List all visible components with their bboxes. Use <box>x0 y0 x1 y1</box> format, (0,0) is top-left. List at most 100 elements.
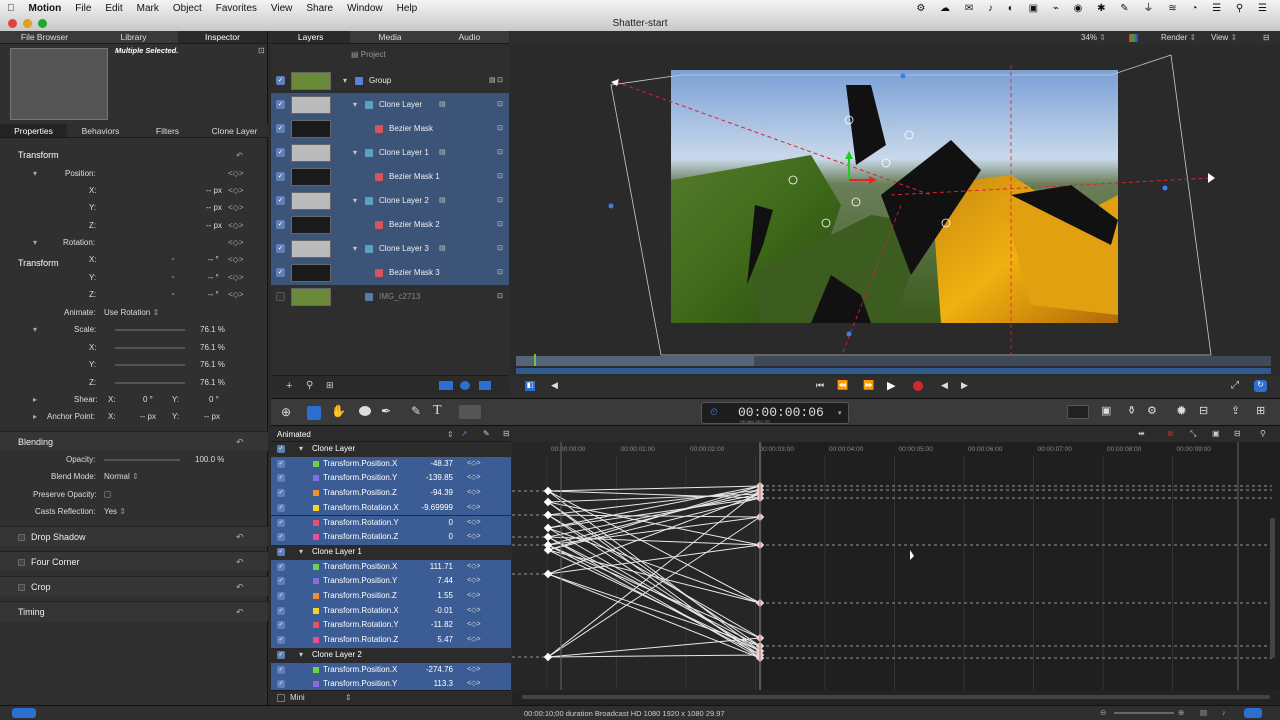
generators-icon[interactable]: ⊟ <box>1199 404 1208 417</box>
channel-row[interactable]: ✓ Transform.Position.Y 7.44 <◇> <box>271 574 511 589</box>
channel-group-row[interactable]: ✓ ▾ Clone Layer <box>271 442 511 457</box>
layer-row-clone-layer-3[interactable]: ✓ ▾ Clone Layer 3 ▤ ⊡ <box>271 237 509 261</box>
render-popup[interactable]: Render ⇕ <box>1161 33 1196 42</box>
channel-row[interactable]: ✓ Transform.Position.X 111.71 <◇> <box>271 559 511 575</box>
shear-y-value[interactable]: 0 ° <box>209 391 219 408</box>
layer-row-bezier-mask[interactable]: ✓ Bezier Mask ⊡ <box>271 117 509 141</box>
mini-timeline[interactable] <box>516 354 1271 366</box>
pointer-tool-icon[interactable]: ➚ <box>461 429 468 438</box>
keyframe-nav-icon[interactable]: <◇> <box>467 604 481 619</box>
layer-row-bezier-mask-1[interactable]: ✓ Bezier Mask 1 ⊡ <box>271 165 509 189</box>
channel-value[interactable]: 0 <box>449 516 453 531</box>
project-pane-toggle-icon[interactable] <box>12 708 36 718</box>
layer-visibility-checkbox[interactable]: ✓ <box>276 220 285 229</box>
keyframe-nav-icon[interactable]: <◇> <box>467 501 481 516</box>
timecode-mode-icon[interactable]: ⏲ <box>710 407 718 418</box>
mask-tool-icon[interactable] <box>459 405 481 419</box>
channel-row[interactable]: ✓ Transform.Position.Y -139.85 <◇> <box>271 471 511 487</box>
crop-section[interactable]: Crop ↶ <box>0 576 268 596</box>
disclosure-triangle-icon[interactable]: ▾ <box>33 234 37 251</box>
channel-enable-checkbox[interactable]: ✓ <box>277 518 285 527</box>
position-y-value[interactable]: -- px <box>206 199 222 216</box>
four-corner-section[interactable]: Four Corner ↶ <box>0 551 268 571</box>
channel-enable-checkbox[interactable]: ✓ <box>277 474 285 483</box>
keyframe-nav-icon[interactable]: <◇> <box>228 269 244 286</box>
keyframe-nav-icon[interactable]: <◇> <box>467 471 481 486</box>
channel-enable-checkbox[interactable]: ✓ <box>277 680 285 689</box>
keyframe-nav-icon[interactable]: <◇> <box>228 217 244 234</box>
keyframe-nav-icon[interactable]: <◇> <box>228 165 244 182</box>
add-icon[interactable]: + <box>286 380 292 392</box>
keyframe-nav-icon[interactable]: <◇> <box>467 560 481 575</box>
channel-enable-checkbox[interactable]: ✓ <box>277 533 285 542</box>
layer-visibility-checkbox[interactable]: ✓ <box>276 196 285 205</box>
channel-row[interactable]: ✓ Transform.Rotation.X -9.69999 <◇> <box>271 500 511 516</box>
previous-frame-icon[interactable]: ⏪ <box>837 380 848 391</box>
layer-view-icon[interactable] <box>439 381 453 390</box>
disclosure-triangle-icon[interactable]: ▾ <box>353 189 357 213</box>
apple-menu-icon[interactable]:  <box>0 0 22 17</box>
casts-reflection-popup[interactable]: Yes ⇕ <box>104 503 126 520</box>
graph-scroll-thumb[interactable] <box>522 695 1270 699</box>
scale-y-value[interactable]: 76.1 % <box>200 356 225 373</box>
mini-checkbox[interactable] <box>277 694 285 702</box>
anchor-x-value[interactable]: -- px <box>140 408 156 425</box>
toggle-panel-icon[interactable]: ◧ <box>525 381 535 391</box>
lock-icon[interactable]: ⊡ <box>258 46 265 55</box>
blend-mode-icon[interactable]: ▤ <box>439 189 446 213</box>
lock-icon[interactable]: ⊡ <box>497 117 503 141</box>
crop-checkbox[interactable] <box>18 584 25 592</box>
layer-visibility-checkbox[interactable]: ✓ <box>276 172 285 181</box>
position-z-value[interactable]: -- px <box>206 217 222 234</box>
pan-tool-icon[interactable]: ✋ <box>331 404 346 418</box>
disclosure-triangle-icon[interactable]: ▾ <box>353 237 357 261</box>
tab-filters[interactable]: Filters <box>134 124 201 137</box>
lock-icon[interactable]: ⊡ <box>497 285 503 309</box>
popup-arrows-icon[interactable]: ⇕ <box>447 430 454 439</box>
popup-arrows-icon[interactable]: ⇕ <box>345 693 352 702</box>
scale-x-value[interactable]: 76.1 % <box>200 339 225 356</box>
grid-view-icon[interactable]: ⊞ <box>1256 404 1265 417</box>
disclosure-triangle-icon[interactable]: ▾ <box>299 545 303 560</box>
keyframe-graph[interactable]: ⇹ ⊗ ⤡ ▣ ⊟ ⚲ 00:00:00:00 00:00:01:00 00:00:… <box>512 428 1280 705</box>
layer-row-bezier-mask-3[interactable]: ✓ Bezier Mask 3 ⊡ <box>271 261 509 285</box>
chevron-down-icon[interactable]: ▾ <box>838 409 842 417</box>
menu-favorites[interactable]: Favorites <box>209 0 264 17</box>
channel-enable-checkbox[interactable]: ✓ <box>277 445 285 453</box>
clear-icon[interactable]: ⊟ <box>1234 429 1241 438</box>
rotation-x-value[interactable]: -- ° <box>208 251 219 268</box>
scale-y-slider[interactable] <box>115 364 185 366</box>
reset-icon[interactable]: ↶ <box>236 552 244 572</box>
reset-blending-icon[interactable]: ↶ <box>236 432 244 452</box>
channel-value[interactable]: 7.44 <box>437 574 453 589</box>
zoom-icon[interactable]: ⚲ <box>1260 429 1266 438</box>
lock-icon[interactable]: ⊡ <box>497 141 503 165</box>
bezier-tool-icon[interactable]: ✒ <box>381 404 391 418</box>
reset-icon[interactable]: ↶ <box>236 577 244 597</box>
blend-mode-popup[interactable]: Normal ⇕ <box>104 468 139 485</box>
tab-media[interactable]: Media <box>350 31 429 43</box>
view-popup[interactable]: View ⇕ <box>1211 33 1237 42</box>
lock-icon[interactable]: ⊡ <box>497 165 503 189</box>
keyframe-nav-icon[interactable]: <◇> <box>228 182 244 199</box>
layer-visibility-checkbox[interactable]: ✓ <box>276 76 285 85</box>
disclosure-triangle-icon[interactable]: ▾ <box>353 93 357 117</box>
layer-row-clone-layer-2[interactable]: ✓ ▾ Clone Layer 2 ▤ ⊡ <box>271 189 509 213</box>
disclosure-triangle-icon[interactable]: ▾ <box>353 141 357 165</box>
tab-file-browser[interactable]: File Browser <box>0 31 89 43</box>
channel-row[interactable]: ✓ Transform.Position.X -48.37 <◇> <box>271 456 511 472</box>
transform-tool-icon[interactable]: ⊕ <box>281 405 291 419</box>
camera-icon[interactable]: ▣ <box>1101 404 1111 417</box>
channel-row[interactable]: ✓ Transform.Position.Z 1.55 <◇> <box>271 589 511 604</box>
animated-filter-popup[interactable]: Animated <box>277 430 311 439</box>
menubar-status-icons[interactable]: ⚙ ☁ ✉ ♪ ◐ ▣ ⌁ ◉ ✱ ✎ ⏚ ≋ ◔ ☰ ⚲ ☰ <box>909 0 1280 17</box>
channel-enable-checkbox[interactable]: ✓ <box>277 592 285 600</box>
close-window-icon[interactable] <box>8 19 17 28</box>
channel-enable-checkbox[interactable]: ✓ <box>277 562 285 571</box>
lock-icon[interactable]: ⊡ <box>497 261 503 285</box>
layer-row-clone-layer-1[interactable]: ✓ ▾ Clone Layer 1 ▤ ⊡ <box>271 141 509 165</box>
color-channels-icon[interactable] <box>1129 34 1138 42</box>
layer-row-clone-layer[interactable]: ✓ ▾ Clone Layer ▤ ⊡ <box>271 93 509 117</box>
zoom-slider[interactable] <box>1114 712 1174 714</box>
hud-icon[interactable] <box>1067 405 1089 419</box>
